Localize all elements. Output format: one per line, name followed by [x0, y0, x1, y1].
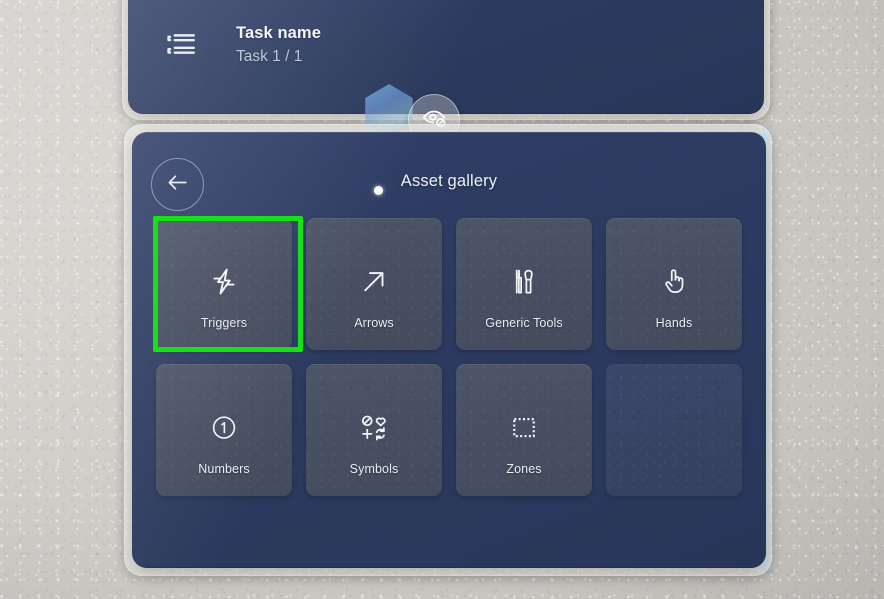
circle-one-icon	[209, 413, 239, 443]
asset-category-grid: Triggers Arrows Generic Tools Hands Numb…	[156, 218, 742, 496]
tile-label: Numbers	[198, 462, 250, 476]
task-list-icon	[164, 28, 198, 62]
gaze-cursor	[374, 186, 383, 195]
pointing-hand-icon	[659, 267, 689, 297]
task-title: Task name	[236, 24, 321, 42]
arrow-up-right-icon	[359, 267, 389, 297]
tile-label: Symbols	[349, 462, 399, 476]
tile-zones[interactable]: Zones	[456, 364, 592, 496]
ar-scene: Task name Task 1 / 1 Asset gallery Trigg…	[0, 0, 884, 599]
tile-generic-tools[interactable]: Generic Tools	[456, 218, 592, 350]
tile-arrows[interactable]: Arrows	[306, 218, 442, 350]
tile-label: Triggers	[200, 316, 248, 330]
tile-label: Zones	[506, 462, 542, 476]
task-text-block: Task name Task 1 / 1	[236, 22, 321, 68]
gallery-header: Asset gallery	[132, 132, 766, 211]
tile-label: Generic Tools	[485, 316, 563, 330]
task-progress-label: Task 1 / 1	[236, 48, 303, 65]
tile-empty-slot[interactable]	[606, 364, 742, 496]
tile-hands[interactable]: Hands	[606, 218, 742, 350]
tile-symbols[interactable]: Symbols	[306, 364, 442, 496]
tile-triggers[interactable]: Triggers	[156, 218, 292, 350]
dashed-square-icon	[509, 413, 539, 443]
symbols-grid-icon	[359, 413, 389, 443]
tile-label: Arrows	[354, 316, 394, 330]
lightning-bolt-icon	[209, 267, 239, 297]
page-title: Asset gallery	[400, 172, 498, 190]
tools-icon	[509, 267, 539, 297]
tile-label: Hands	[655, 316, 693, 330]
tile-numbers[interactable]: Numbers	[156, 364, 292, 496]
asset-gallery-panel: Asset gallery Triggers Arrows Generic To…	[132, 132, 766, 568]
